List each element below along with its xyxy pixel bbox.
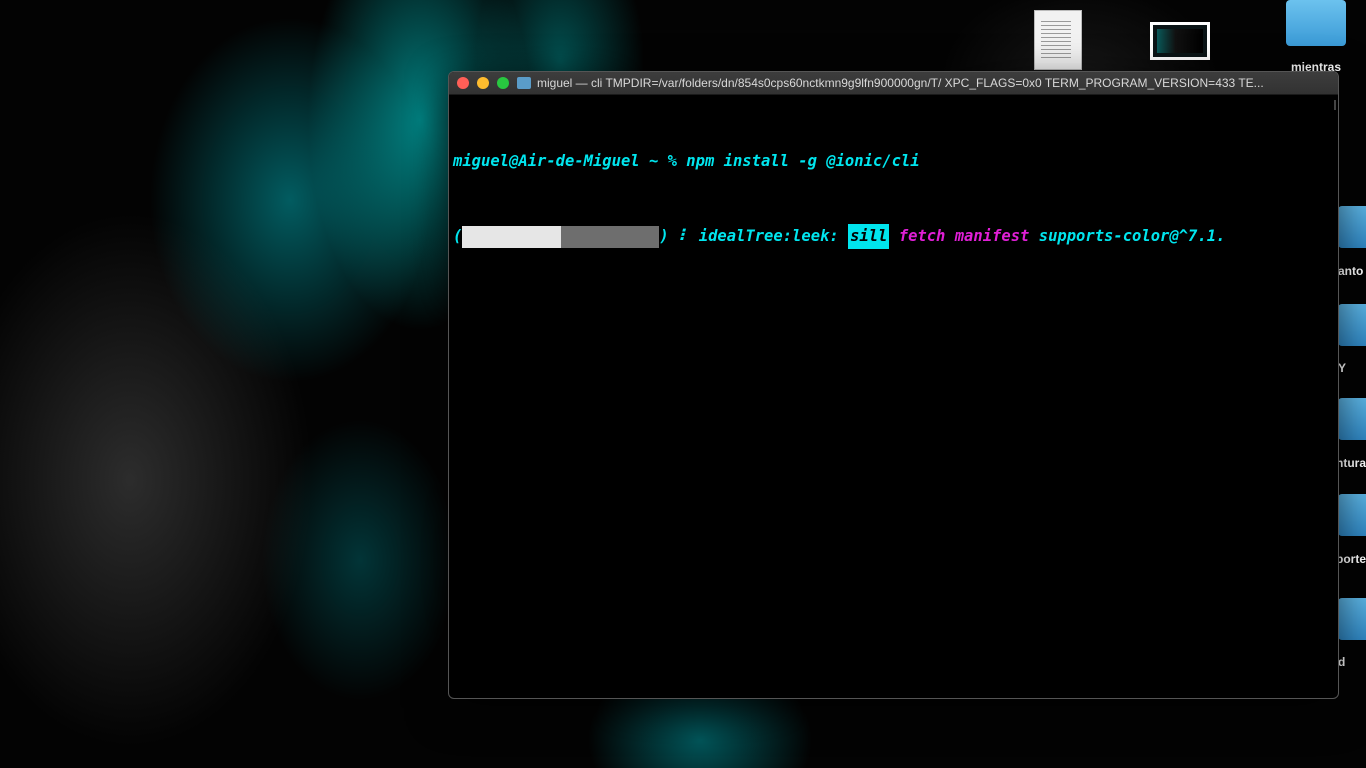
terminal-output[interactable]: miguel@Air-de-Miguel ~ % npm install -g … [449, 95, 1338, 299]
folder-label[interactable]: d [1338, 655, 1366, 669]
progress-line: ( ) ⠇ idealTree:leek: sill fetch manifes… [453, 224, 1334, 249]
folder-icon[interactable] [1286, 0, 1346, 46]
progress-package: supports-color@^7.1. [1038, 227, 1226, 245]
progress-bar-fill [462, 225, 562, 248]
progress-bar: ( ) [453, 224, 669, 249]
folder-icon[interactable] [1338, 494, 1366, 536]
folder-icon[interactable] [1338, 598, 1366, 640]
zoom-window-button[interactable] [497, 77, 509, 89]
folder-icon[interactable] [1338, 206, 1366, 248]
terminal-window[interactable]: miguel — cli TMPDIR=/var/folders/dn/854s… [448, 71, 1339, 699]
scrollbar-indicator[interactable] [1334, 100, 1336, 110]
terminal-titlebar[interactable]: miguel — cli TMPDIR=/var/folders/dn/854s… [449, 72, 1338, 95]
folder-label[interactable]: ntura [1338, 456, 1366, 470]
folder-proxy-icon[interactable] [517, 77, 531, 89]
folder-icon[interactable] [1338, 398, 1366, 440]
progress-close-paren: ) [659, 227, 669, 245]
folder-label[interactable]: anto [1338, 264, 1366, 278]
spinner-icon: ⠇ [678, 227, 690, 245]
progress-bar-remaining [561, 225, 660, 248]
folder-label[interactable]: porte [1338, 552, 1366, 566]
command-text: npm install -g @ionic/cli [686, 152, 920, 170]
folder-label[interactable]: Y [1338, 361, 1366, 375]
progress-stage: idealTree:leek: [698, 227, 839, 245]
document-icon[interactable] [1034, 10, 1082, 70]
shell-prompt: miguel@Air-de-Miguel ~ % [453, 152, 687, 170]
log-level-badge: sill [848, 224, 890, 249]
close-window-button[interactable] [457, 77, 469, 89]
folder-icon[interactable] [1338, 304, 1366, 346]
progress-open-paren: ( [453, 227, 463, 245]
progress-action: fetch manifest [898, 227, 1030, 245]
window-title: miguel — cli TMPDIR=/var/folders/dn/854s… [537, 76, 1264, 90]
minimize-window-button[interactable] [477, 77, 489, 89]
screenshot-thumbnail-icon[interactable] [1150, 22, 1210, 60]
command-line: miguel@Air-de-Miguel ~ % npm install -g … [453, 149, 1334, 174]
